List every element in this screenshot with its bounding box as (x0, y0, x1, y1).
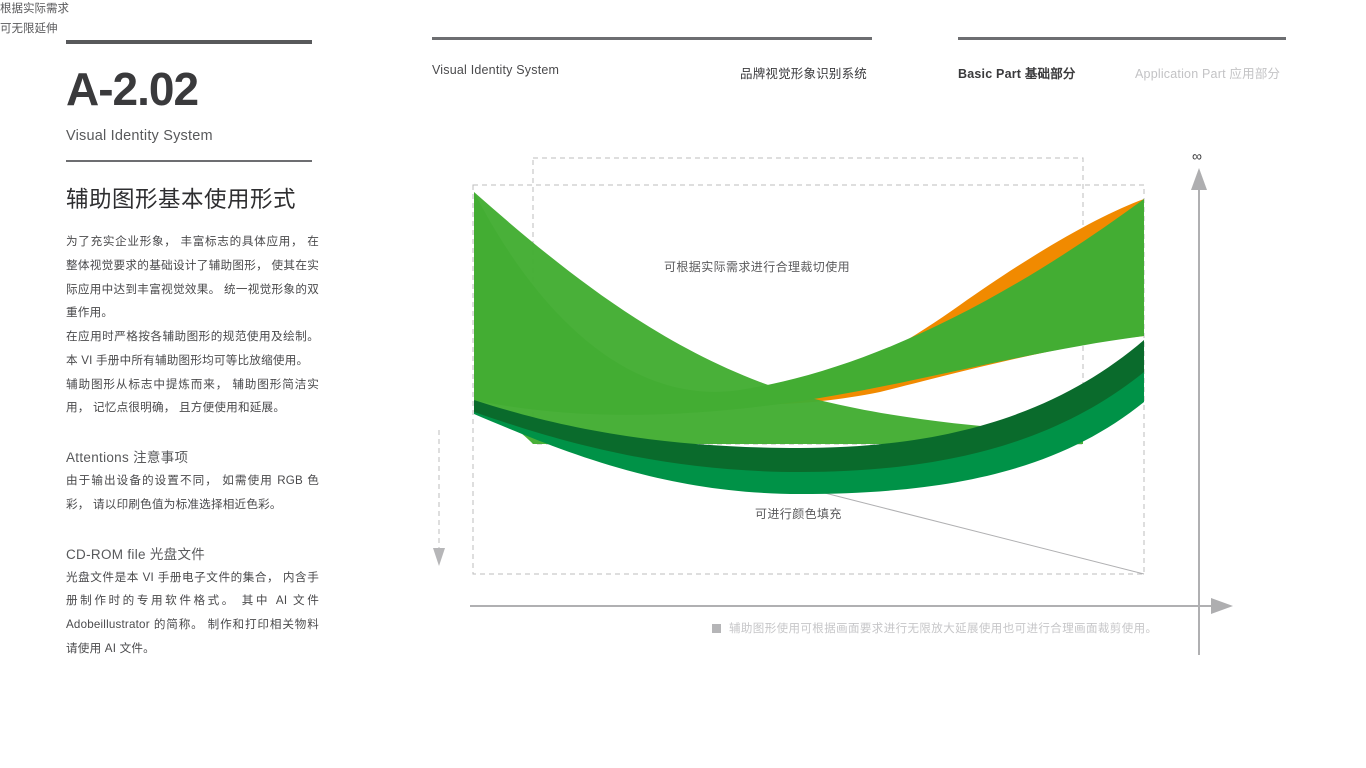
axis-arrow-down (433, 548, 445, 566)
nav-item-application-part[interactable]: Application Part 应用部分 (1135, 63, 1280, 82)
nav-item-visual-identity-system[interactable]: Visual Identity System (432, 63, 559, 77)
nav-item-brand-system-cn[interactable]: 品牌视觉形象识别系统 (740, 63, 867, 82)
guide-rect-inner (532, 157, 1084, 445)
diagonal-guide-line (473, 403, 1145, 575)
dark-green-band (474, 340, 1144, 472)
page-title: 辅助图形基本使用形式 (66, 187, 297, 212)
attentions-body: 由于输出设备的设置不同， 如需使用 RGB 色彩， 请以印刷色值为标准选择相近色… (66, 474, 319, 511)
axis-arrow-right (1211, 598, 1233, 614)
top-rule-divider (66, 40, 312, 44)
axis-arrow-up (1191, 168, 1207, 190)
left-info-column: A-2.02 Visual Identity System 辅助图形基本使用形式… (66, 40, 326, 661)
nav-item-basic-part[interactable]: Basic Part 基础部分 (958, 63, 1076, 82)
infinity-icon: ∞ (1192, 148, 1202, 164)
axis-extend-label-line1: 根据实际需求 (0, 3, 69, 15)
page-root: A-2.02 Visual Identity System 辅助图形基本使用形式… (0, 0, 1366, 768)
nav-rule-right (958, 37, 1286, 40)
cdrom-heading: CD-ROM file 光盘文件 (66, 546, 206, 562)
body-paragraph: 在应用时严格按各辅助图形的规范使用及绘制。 本 VI 手册中所有辅助图形均可等比… (66, 330, 319, 367)
page-code-subtitle: Visual Identity System (66, 128, 213, 144)
orange-band (775, 199, 1144, 404)
mid-green-band (474, 342, 1144, 494)
axis-extend-label: 根据实际需求 可无限延伸 (0, 0, 1366, 39)
annotation-crop-usage: 可根据实际需求进行合理裁切使用 (664, 260, 851, 274)
page-code: A-2.02 (66, 63, 199, 115)
annotation-color-fill: 可进行颜色填充 (755, 507, 842, 521)
footnote-text: 辅助图形使用可根据画面要求进行无限放大延展使用也可进行合理画面裁剪使用。 (729, 623, 1158, 635)
body-paragraph: 辅助图形从标志中提炼而来， 辅助图形简洁实用， 记忆点很明确， 且方便使用和延展… (66, 377, 319, 415)
square-bullet-icon (712, 623, 721, 633)
section-rule-divider (66, 160, 312, 162)
light-green-band (474, 192, 1083, 444)
light-green-band-upper (474, 192, 1144, 415)
body-paragraph: 为了充实企业形象， 丰富标志的具体应用， 在整体视觉要求的基础设计了辅助图形， … (66, 235, 319, 320)
footnote-caption: 辅助图形使用可根据画面要求进行无限放大延展使用也可进行合理画面裁剪使用。 (712, 620, 1157, 636)
nav-rule-left (432, 37, 872, 40)
attentions-heading: Attentions 注意事项 (66, 450, 189, 466)
cdrom-body: 光盘文件是本 VI 手册电子文件的集合， 内含手册制作时的专用软件格式。 其中 … (66, 570, 319, 655)
